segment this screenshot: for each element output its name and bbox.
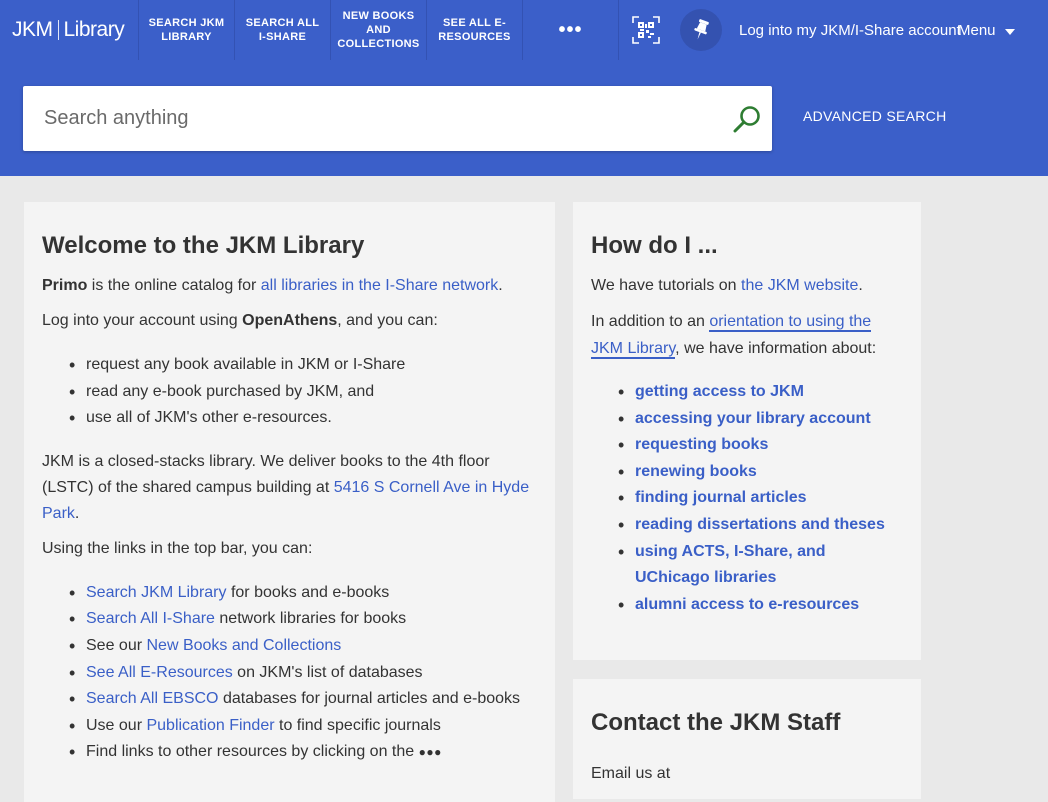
orientation-paragraph: In addition to an orientation to using t… [591,308,903,362]
list-item: finding journal articles [591,485,903,512]
tutorials-end: . [858,277,863,294]
primo-end: . [498,277,503,294]
tutorials-paragraph: We have tutorials on the JKM website. [591,273,903,299]
welcome-paragraph-closed-stacks: JKM is a closed-stacks library. We deliv… [42,449,537,527]
acts-ishare-uchicago-link[interactable]: using ACTS, I-Share, and UChicago librar… [635,543,826,587]
orientation-text: In addition to an [591,313,710,330]
list-item: use all of JKM's other e-resources. [42,405,537,432]
qr-code-icon [631,16,660,44]
list-item: getting access to JKM [591,379,903,406]
jkm-website-link[interactable]: the JKM website [741,277,858,294]
top-nav-bar: JKM Library SEARCH JKM LIBRARY SEARCH AL… [0,0,1048,60]
alumni-access-link[interactable]: alumni access to e-resources [635,596,859,613]
welcome-paragraph-primo: Primo is the online catalog for all libr… [42,273,537,299]
tutorials-text: We have tutorials on [591,277,742,294]
search-all-ishare-link[interactable]: Search All I-Share [86,610,215,627]
pin-circle [680,9,722,51]
more-options-button[interactable]: ••• [522,0,618,60]
list-item: read any e-book purchased by JKM, and [42,379,537,406]
nav-new-books-and-collections[interactable]: NEW BOOKS AND COLLECTIONS [330,0,426,60]
menu-button[interactable]: Menu [944,0,1015,60]
ishare-network-link[interactable]: all libraries in the I-Share network [261,277,498,294]
login-text: Log into your account using [42,312,243,329]
email-label: Email us at [591,765,671,782]
dissertations-theses-link[interactable]: reading dissertations and theses [635,516,885,533]
more-dots-icon: ●●● [418,745,442,760]
list-item: Use our Publication Finder to find speci… [42,713,537,740]
welcome-paragraph-login: Log into your account using OpenAthens, … [42,308,537,334]
nav-search-all-ishare[interactable]: SEARCH ALL I-SHARE [234,0,330,60]
search-input[interactable] [23,86,713,151]
openathens-bold: OpenAthens [242,312,338,329]
help-topics-list: getting access to JKM accessing your lib… [591,379,903,618]
search-all-ebsco-link[interactable]: Search All EBSCO [86,690,219,707]
list-item: See All E-Resources on JKM's list of dat… [42,660,537,687]
renewing-books-link[interactable]: renewing books [635,463,757,480]
accessing-account-link[interactable]: accessing your library account [635,410,871,427]
search-band: ADVANCED SEARCH [0,60,1048,176]
primo-bold: Primo [42,277,88,294]
nav-see-all-e-resources[interactable]: SEE ALL E-RESOURCES [426,0,522,60]
list-item: requesting books [591,432,903,459]
how-do-i-title: How do I ... [591,232,718,259]
logo-left-text: JKM [12,18,53,41]
list-item: Search JKM Library for books and e-books [42,580,537,607]
search-jkm-library-link[interactable]: Search JKM Library [86,584,227,601]
closed-stacks-end: . [74,504,80,522]
contact-title: Contact the JKM Staff [591,709,841,736]
welcome-card: Welcome to the JKM Library Primo is the … [24,202,555,802]
new-books-link[interactable]: New Books and Collections [146,637,341,654]
account-benefits-list: request any book available in JKM or I-S… [42,352,537,432]
list-item: Search All EBSCO databases for journal a… [42,686,537,713]
contact-card: Contact the JKM Staff Email us at [573,679,921,799]
login-end: , and you can: [337,312,438,329]
finding-journal-articles-link[interactable]: finding journal articles [635,489,807,506]
advanced-search-link[interactable]: ADVANCED SEARCH [803,108,947,124]
list-item: Find links to other resources by clickin… [42,739,537,766]
pushpin-icon [694,19,709,40]
search-box [23,86,772,151]
primo-text: is the online catalog for [87,277,261,294]
login-link[interactable]: Log into my JKM/I-Share account [730,0,961,60]
how-do-i-card: How do I ... We have tutorials on the JK… [573,202,921,660]
qr-code-button[interactable] [618,0,672,60]
menu-label: Menu [958,21,996,39]
welcome-title: Welcome to the JKM Library [42,232,365,259]
list-item: alumni access to e-resources [591,592,903,619]
chevron-down-icon [1004,28,1015,35]
list-item: renewing books [591,459,903,486]
list-item: using ACTS, I-Share, and UChicago librar… [591,539,903,592]
see-all-e-resources-link[interactable]: See All E-Resources [86,664,233,681]
publication-finder-link[interactable]: Publication Finder [146,717,274,734]
logo-separator [57,20,59,40]
nav-search-jkm-library[interactable]: SEARCH JKM LIBRARY [138,0,234,60]
list-item: reading dissertations and theses [591,512,903,539]
favorites-pin-button[interactable] [672,0,730,60]
logo-right-text: Library [63,18,125,41]
requesting-books-link[interactable]: requesting books [635,436,768,453]
list-item: See our New Books and Collections [42,633,537,660]
topbar-links-list: Search JKM Library for books and e-books… [42,580,537,766]
welcome-paragraph-topbar: Using the links in the top bar, you can: [42,539,313,557]
list-item: accessing your library account [591,406,903,433]
list-item: Search All I-Share network libraries for… [42,606,537,633]
jkm-library-logo[interactable]: JKM Library [0,0,138,60]
search-icon[interactable] [732,104,762,134]
list-item: request any book available in JKM or I-S… [42,352,537,379]
orientation-end: , we have information about: [675,340,877,357]
getting-access-link[interactable]: getting access to JKM [635,383,804,400]
